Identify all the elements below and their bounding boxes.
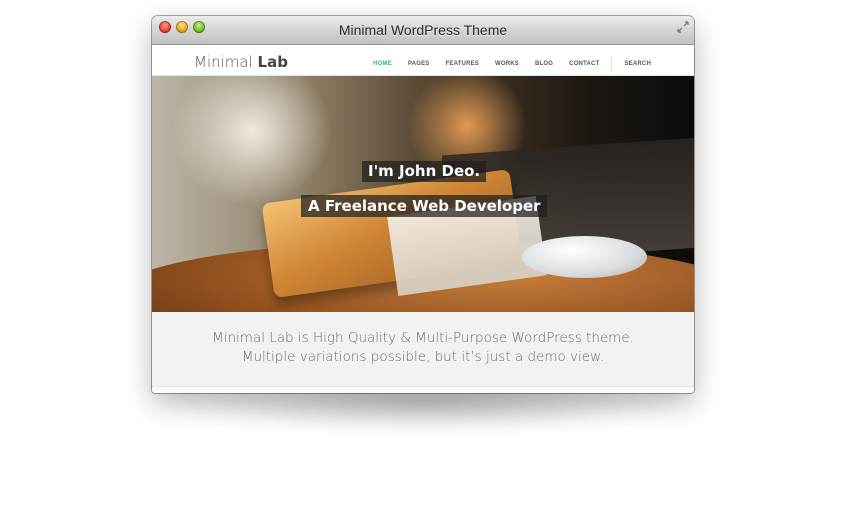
page-bottom-edge — [152, 386, 694, 393]
intro-line-2: Multiple variations possible, but it’s j… — [241, 349, 605, 365]
hero-subheading: A Freelance Web Developer — [301, 195, 547, 217]
hero-heading: I'm John Deo. — [362, 161, 487, 182]
browser-window: Minimal WordPress Theme Minimal Lab HOME… — [152, 16, 694, 393]
logo-bold-text: Lab — [257, 53, 288, 71]
main-nav: HOME PAGES FEATURES WORKS BLOG CONTACT S… — [373, 57, 651, 71]
nav-item-pages[interactable]: PAGES — [408, 61, 430, 67]
nav-item-works[interactable]: WORKS — [495, 61, 519, 67]
nav-item-features[interactable]: FEATURES — [446, 61, 480, 67]
window-titlebar[interactable]: Minimal WordPress Theme — [152, 16, 694, 45]
fullscreen-icon[interactable] — [677, 21, 689, 33]
site-header: Minimal Lab HOME PAGES FEATURES WORKS BL… — [152, 45, 694, 76]
nav-item-home[interactable]: HOME — [373, 61, 392, 67]
site-logo[interactable]: Minimal Lab — [194, 53, 288, 71]
nav-divider — [611, 57, 613, 71]
intro-text: Minimal Lab is High Quality & Multi-Purp… — [152, 329, 694, 367]
hero-photo-cup — [172, 76, 332, 206]
nav-item-blog[interactable]: BLOG — [535, 61, 553, 67]
nav-item-contact[interactable]: CONTACT — [569, 61, 599, 67]
nav-search[interactable]: SEARCH — [624, 61, 651, 67]
hero-photo-mouse — [522, 236, 647, 278]
window-title: Minimal WordPress Theme — [338, 22, 508, 38]
hero-banner: I'm John Deo. A Freelance Web Developer — [152, 76, 694, 312]
logo-light-text: Minimal — [194, 53, 258, 71]
intro-line-1: Minimal Lab is High Quality & Multi-Purp… — [212, 330, 634, 346]
